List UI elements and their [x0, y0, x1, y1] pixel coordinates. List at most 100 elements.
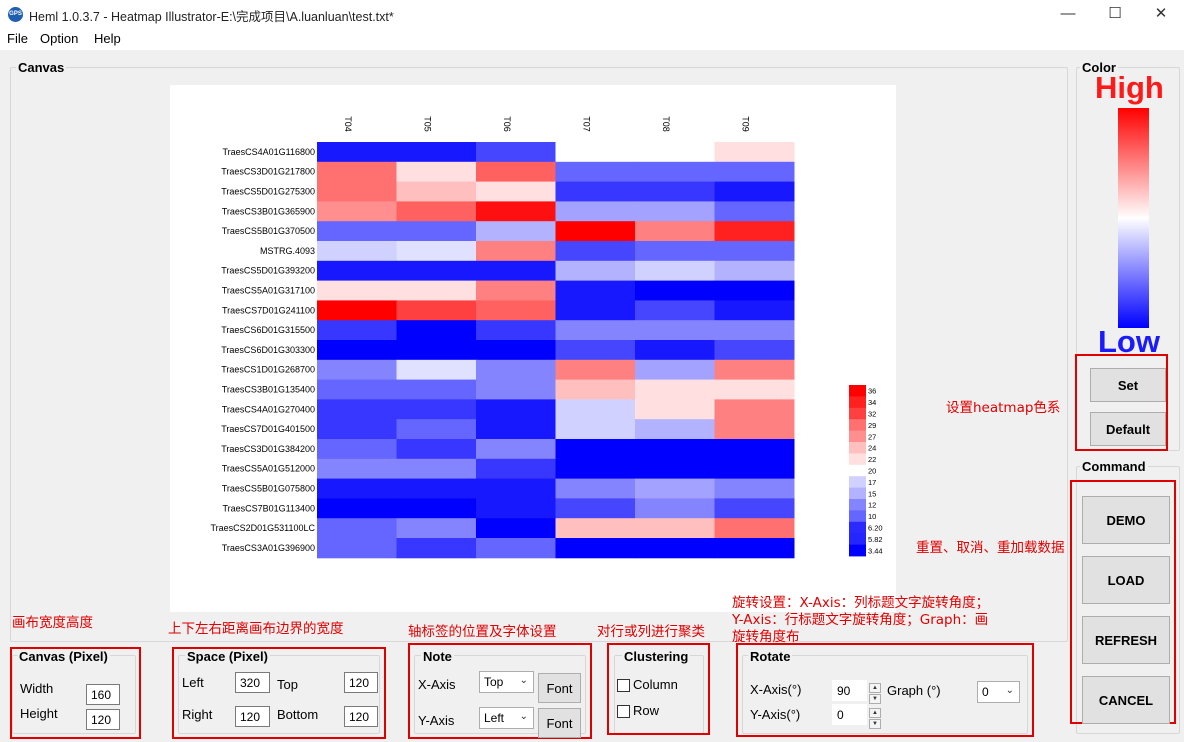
- heatmap-cell: [396, 221, 477, 242]
- annotation-clustering: 对行或列进行聚类: [597, 624, 705, 640]
- heatmap-cell: [317, 260, 397, 282]
- heatmap-cell: [476, 181, 556, 202]
- column-checkbox[interactable]: [617, 679, 630, 692]
- row-label: TraesCS4A01G116800: [222, 147, 315, 157]
- note-y-axis-value: Left: [484, 711, 505, 725]
- heatmap-cell: [396, 320, 477, 341]
- legend-swatch: [849, 442, 866, 454]
- row-label: TraesCS3B01G365900: [222, 206, 315, 216]
- cancel-button[interactable]: CANCEL: [1082, 676, 1170, 724]
- legend-swatch: [849, 453, 866, 466]
- note-y-axis-select[interactable]: Left ⌄: [479, 707, 534, 729]
- heatmap-cell: [396, 379, 477, 400]
- note-x-axis-select[interactable]: Top ⌄: [479, 671, 534, 693]
- set-color-button[interactable]: Set: [1090, 368, 1166, 402]
- legend-swatch: [849, 464, 866, 477]
- heatmap-cell: [714, 142, 795, 163]
- heatmap-cell: [396, 538, 477, 559]
- heatmap-cell: [635, 241, 715, 262]
- refresh-button[interactable]: REFRESH: [1082, 616, 1170, 664]
- row-label: TraesCS5A01G317100: [222, 286, 315, 296]
- left-input[interactable]: 320: [235, 672, 270, 693]
- heatmap-cell: [396, 300, 477, 321]
- heatmap-cell: [396, 359, 477, 381]
- chevron-down-icon: ⌄: [1005, 685, 1014, 696]
- legend-swatch: [849, 510, 866, 523]
- row-label: TraesCS3D01G384200: [221, 444, 315, 454]
- heatmap-cell: [555, 379, 636, 400]
- heatmap-cell: [714, 359, 795, 381]
- legend-label: 10: [868, 512, 876, 521]
- close-icon[interactable]: ✕: [1138, 0, 1184, 28]
- heatmap-cell: [476, 260, 556, 282]
- heatmap-cell: [317, 320, 397, 341]
- color-gradient-bar[interactable]: [1118, 108, 1149, 328]
- legend-label: 22: [868, 455, 876, 464]
- heatmap-cell: [635, 498, 715, 519]
- demo-button[interactable]: DEMO: [1082, 496, 1170, 544]
- heatmap-cell: [396, 478, 477, 499]
- heatmap-cell: [317, 478, 397, 499]
- chevron-down-icon: ⌄: [519, 675, 528, 686]
- row-checkbox[interactable]: [617, 705, 630, 718]
- legend-label: 29: [868, 421, 876, 430]
- note-y-axis-label: Y-Axis: [418, 713, 455, 728]
- height-input[interactable]: 120: [86, 709, 120, 730]
- heatmap-cell: [396, 161, 477, 183]
- heatmap-cell: [317, 439, 397, 460]
- maximize-icon[interactable]: ☐: [1092, 0, 1138, 28]
- x-axis-font-button[interactable]: Font: [538, 673, 581, 703]
- heatmap-cell: [317, 419, 397, 440]
- minimize-icon[interactable]: —: [1045, 0, 1091, 28]
- graph-rotate-label: Graph (°): [887, 683, 941, 698]
- heatmap-cell: [635, 340, 715, 361]
- bottom-input[interactable]: 120: [344, 706, 378, 727]
- heatmap-cell: [555, 498, 636, 519]
- y-axis-font-button[interactable]: Font: [538, 708, 581, 738]
- heatmap-cell: [396, 498, 477, 519]
- high-color-label: High: [1095, 70, 1164, 105]
- legend-label: 32: [868, 410, 876, 419]
- top-input[interactable]: 120: [344, 672, 378, 693]
- heatmap-cell: [555, 359, 636, 381]
- heatmap-cell: [476, 538, 556, 559]
- heatmap-cell: [396, 280, 477, 301]
- menu-option[interactable]: Option: [40, 31, 78, 46]
- heatmap-cell: [476, 320, 556, 341]
- load-button[interactable]: LOAD: [1082, 556, 1170, 604]
- heatmap-cell: [476, 161, 556, 183]
- right-input[interactable]: 120: [235, 706, 270, 727]
- rotate-x-up-icon[interactable]: ▲: [869, 683, 881, 693]
- menu-help[interactable]: Help: [94, 31, 121, 46]
- column-label: Column: [633, 677, 678, 692]
- row-label: TraesCS6D01G315500: [221, 325, 315, 335]
- heatmap-cell: [555, 181, 636, 202]
- legend-label: 20: [868, 467, 876, 476]
- legend-label: 36: [868, 387, 876, 396]
- heatmap-cell: [555, 241, 636, 262]
- row-label: Row: [633, 703, 660, 718]
- rotate-y-axis-input[interactable]: 0: [832, 704, 867, 725]
- rotate-y-up-icon[interactable]: ▲: [869, 708, 881, 718]
- rotate-y-down-icon[interactable]: ▼: [869, 719, 881, 729]
- heatmap-cell: [396, 181, 477, 202]
- heatmap-cell: [317, 280, 397, 301]
- rotate-x-axis-input[interactable]: 90: [832, 680, 867, 701]
- graph-rotate-value: 0: [982, 685, 989, 699]
- legend-swatch: [849, 499, 866, 511]
- default-color-button[interactable]: Default: [1090, 412, 1166, 446]
- heatmap-cell: [714, 379, 795, 400]
- heatmap-cell: [555, 458, 636, 480]
- legend-label: 24: [868, 444, 876, 453]
- left-label: Left: [182, 675, 204, 690]
- menu-file[interactable]: File: [7, 31, 28, 46]
- heatmap-cell: [476, 142, 556, 163]
- row-label: TraesCS4A01G270400: [222, 404, 315, 414]
- rotate-x-down-icon[interactable]: ▼: [869, 694, 881, 704]
- annotation-space: 上下左右距离画布边界的宽度: [168, 621, 344, 637]
- graph-rotate-select[interactable]: 0 ⌄: [977, 681, 1020, 703]
- heatmap-cell: [317, 201, 397, 222]
- heatmap-cell: [635, 359, 715, 381]
- width-input[interactable]: 160: [86, 684, 120, 705]
- heatmap-cell: [476, 221, 556, 242]
